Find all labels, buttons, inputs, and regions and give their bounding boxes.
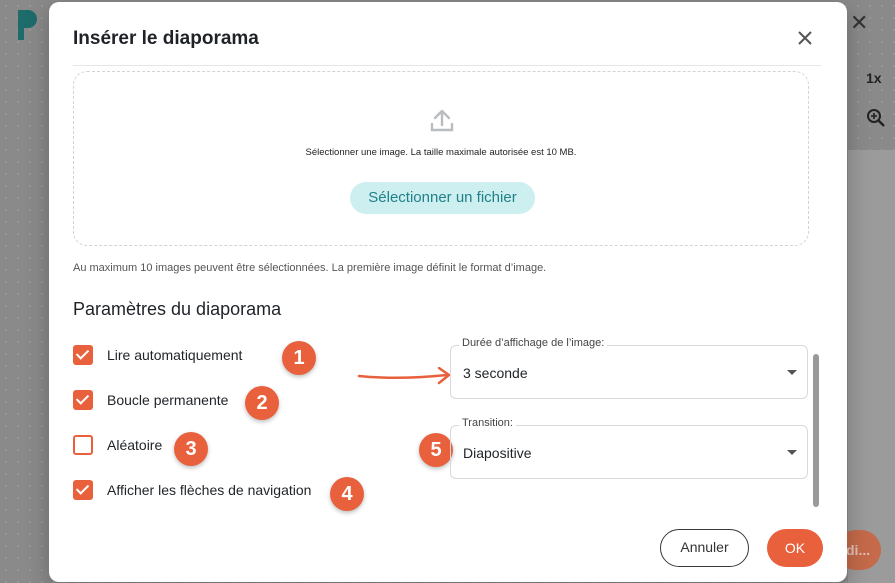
select-file-button[interactable]: Sélectionner un fichier [350, 182, 535, 214]
option-loop[interactable]: Boucle permanente [73, 388, 228, 412]
settings-title: Paramètres du diaporama [73, 299, 282, 319]
callout-badge-3: 3 [174, 432, 208, 466]
app-close-icon[interactable]: ✕ [850, 10, 868, 36]
scrollbar[interactable] [813, 354, 819, 507]
random-checkbox[interactable] [73, 435, 93, 455]
app-logo [18, 10, 37, 40]
callout-badge-2: 2 [245, 386, 279, 420]
upload-hint: Au maximum 10 images peuvent être sélect… [73, 262, 547, 274]
image-dropzone[interactable]: Sélectionner une image. La taille maxima… [73, 71, 809, 246]
chevron-down-icon [787, 450, 797, 455]
close-icon[interactable] [793, 26, 817, 50]
background-panel [848, 150, 895, 583]
loop-checkbox[interactable] [73, 390, 93, 410]
autoplay-checkbox[interactable] [73, 345, 93, 365]
cancel-button[interactable]: Annuler [660, 529, 749, 567]
upload-instruction: Sélectionner une image. La taille maxima… [305, 147, 577, 158]
option-nav-arrows[interactable]: Afficher les flèches de navigation [73, 478, 311, 502]
option-random[interactable]: Aléatoire [73, 433, 162, 457]
chevron-down-icon [787, 370, 797, 375]
duration-select[interactable]: Durée d’affichage de l’image: 3 seconde [450, 337, 808, 399]
callout-badge-1: 1 [282, 341, 316, 375]
duration-value: 3 seconde [463, 365, 528, 381]
dialog-title: Insérer le diaporama [73, 28, 259, 49]
random-label: Aléatoire [107, 437, 163, 453]
callout-arrow [357, 367, 451, 385]
transition-value: Diapositive [463, 445, 532, 461]
zoom-level: 1x [866, 70, 882, 86]
nav-arrows-label: Afficher les flèches de navigation [107, 482, 312, 498]
transition-select[interactable]: Transition: Diapositive [450, 417, 808, 479]
loop-label: Boucle permanente [107, 392, 229, 408]
callout-badge-4: 4 [330, 477, 364, 511]
callout-badge-5: 5 [419, 433, 453, 467]
transition-legend: Transition: [459, 417, 516, 429]
insert-slideshow-dialog: Insérer le diaporama Sélectionner une im… [49, 2, 847, 582]
title-divider [73, 65, 821, 66]
nav-arrows-checkbox[interactable] [73, 480, 93, 500]
autoplay-label: Lire automatiquement [107, 347, 243, 363]
option-autoplay[interactable]: Lire automatiquement [73, 343, 242, 367]
ok-button[interactable]: OK [767, 529, 823, 567]
zoom-in-icon[interactable] [866, 108, 886, 128]
duration-legend: Durée d’affichage de l’image: [459, 337, 608, 349]
upload-icon [430, 109, 454, 132]
